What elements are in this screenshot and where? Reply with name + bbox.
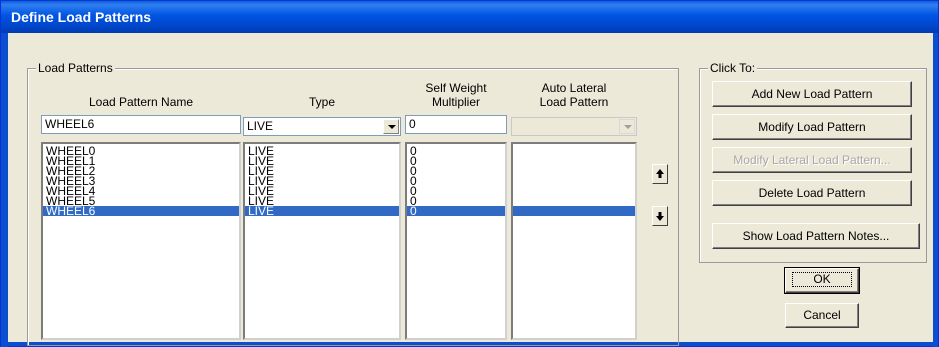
- list-item[interactable]: 0: [407, 195, 505, 207]
- modify-load-pattern-button[interactable]: Modify Load Pattern: [712, 114, 912, 140]
- column-header-type: Type: [308, 95, 335, 109]
- ok-button[interactable]: OK: [784, 267, 860, 294]
- column-header-auto-lateral-line1: Auto Lateral: [541, 81, 607, 95]
- list-item[interactable]: 0: [407, 145, 505, 157]
- auto-lateral-select: [511, 117, 637, 136]
- define-load-patterns-dialog: Define Load Patterns Load Patterns Load …: [0, 0, 939, 347]
- show-load-pattern-notes-button[interactable]: Show Load Pattern Notes...: [712, 223, 920, 249]
- list-item[interactable]: [513, 176, 635, 186]
- list-item[interactable]: 0: [407, 165, 505, 177]
- list-item[interactable]: 0: [407, 185, 505, 197]
- type-list[interactable]: LIVE LIVE LIVE LIVE LIVE LIVE LIVE: [243, 142, 401, 340]
- column-header-name: Load Pattern Name: [88, 95, 194, 109]
- click-to-group-label: Click To:: [708, 61, 758, 75]
- column-header-self-weight: Self Weight Multiplier: [405, 81, 507, 109]
- list-item-selected[interactable]: 0: [407, 205, 505, 217]
- column-header-self-weight-line2: Multiplier: [431, 95, 480, 109]
- list-item-selected[interactable]: WHEEL6: [43, 205, 239, 217]
- load-pattern-name-input[interactable]: WHEEL6: [41, 115, 241, 134]
- auto-lateral-list[interactable]: [511, 142, 637, 340]
- auto-lateral-dropdown-button: [619, 119, 635, 134]
- list-item[interactable]: [513, 186, 635, 196]
- list-item[interactable]: [513, 146, 635, 156]
- add-new-load-pattern-button[interactable]: Add New Load Pattern: [712, 81, 912, 107]
- self-weight-multiplier-list[interactable]: 0 0 0 0 0 0 0: [405, 142, 507, 340]
- type-select[interactable]: LIVE: [243, 117, 401, 136]
- ok-button-label: OK: [792, 272, 852, 287]
- arrow-down-icon: [656, 212, 664, 221]
- chevron-down-icon: [388, 125, 396, 129]
- load-pattern-name-list[interactable]: WHEEL0 WHEEL1 WHEEL2 WHEEL3 WHEEL4 WHEEL…: [41, 142, 241, 340]
- column-header-auto-lateral: Auto Lateral Load Pattern: [511, 81, 637, 109]
- cancel-button[interactable]: Cancel: [785, 303, 859, 328]
- list-item-selected[interactable]: LIVE: [245, 205, 399, 217]
- arrow-up-icon: [656, 169, 664, 178]
- self-weight-multiplier-input[interactable]: 0: [405, 115, 507, 134]
- list-item[interactable]: 0: [407, 175, 505, 187]
- chevron-down-icon: [624, 125, 632, 129]
- load-patterns-group-label: Load Patterns: [36, 61, 115, 75]
- delete-load-pattern-button[interactable]: Delete Load Pattern: [712, 180, 912, 206]
- type-select-dropdown-button[interactable]: [383, 119, 399, 134]
- list-item[interactable]: [513, 156, 635, 166]
- window-right-border: [933, 33, 938, 347]
- window-title: Define Load Patterns: [11, 9, 152, 25]
- column-header-auto-lateral-line2: Load Pattern: [539, 95, 609, 109]
- list-item-selected[interactable]: [513, 206, 635, 216]
- title-bar[interactable]: Define Load Patterns: [1, 1, 938, 33]
- modify-lateral-load-pattern-button: Modify Lateral Load Pattern...: [712, 147, 912, 173]
- type-select-value: LIVE: [247, 119, 274, 133]
- list-item[interactable]: [513, 196, 635, 206]
- move-up-button[interactable]: [652, 164, 668, 184]
- move-down-button[interactable]: [652, 206, 668, 226]
- window-left-border: [1, 33, 8, 347]
- list-item[interactable]: 0: [407, 155, 505, 167]
- list-item[interactable]: [513, 166, 635, 176]
- column-header-self-weight-line1: Self Weight: [425, 81, 487, 95]
